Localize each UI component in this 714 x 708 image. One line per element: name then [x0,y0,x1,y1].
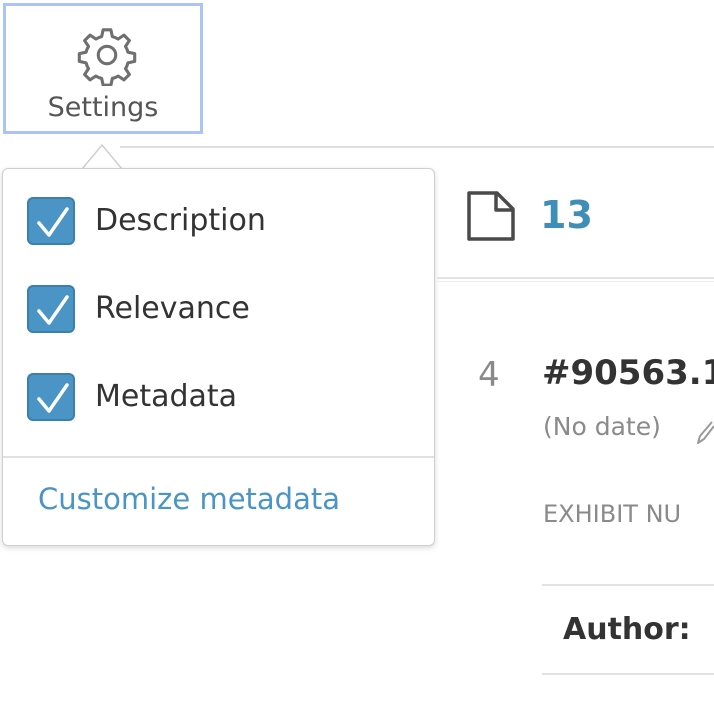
exhibit-number-label: EXHIBIT NU [543,500,682,528]
settings-label: Settings [47,92,159,123]
metadata-checkbox[interactable] [27,373,75,421]
check-icon [37,383,69,413]
option-relevance[interactable]: Relevance [27,285,427,335]
settings-button[interactable]: Settings [3,3,203,134]
exhibit-id[interactable]: #90563.1 [542,353,714,393]
row-number: 4 [478,355,500,395]
section-divider-shadow [437,281,714,282]
document-count[interactable]: 13 [540,193,593,237]
relevance-checkbox[interactable] [27,285,75,333]
edit-pencil-icon[interactable] [694,418,714,446]
option-label: Metadata [95,379,238,414]
field-divider [542,584,714,586]
check-icon [37,295,69,325]
popover-divider [3,456,434,458]
description-checkbox[interactable] [27,197,75,245]
field-divider [542,673,714,675]
gear-icon [77,28,137,86]
option-metadata[interactable]: Metadata [27,373,427,423]
check-icon [37,207,69,237]
option-label: Description [95,203,266,238]
customize-metadata-link[interactable]: Customize metadata [38,482,340,516]
option-label: Relevance [95,291,250,326]
section-divider [437,277,714,279]
exhibit-date: (No date) [543,412,661,441]
header-divider [120,146,714,148]
popover-arrow [82,143,122,170]
author-label: Author: [563,612,691,647]
option-description[interactable]: Description [27,197,427,247]
settings-popover: Description Relevance Metadata Customize… [2,168,435,546]
document-icon [467,191,515,241]
